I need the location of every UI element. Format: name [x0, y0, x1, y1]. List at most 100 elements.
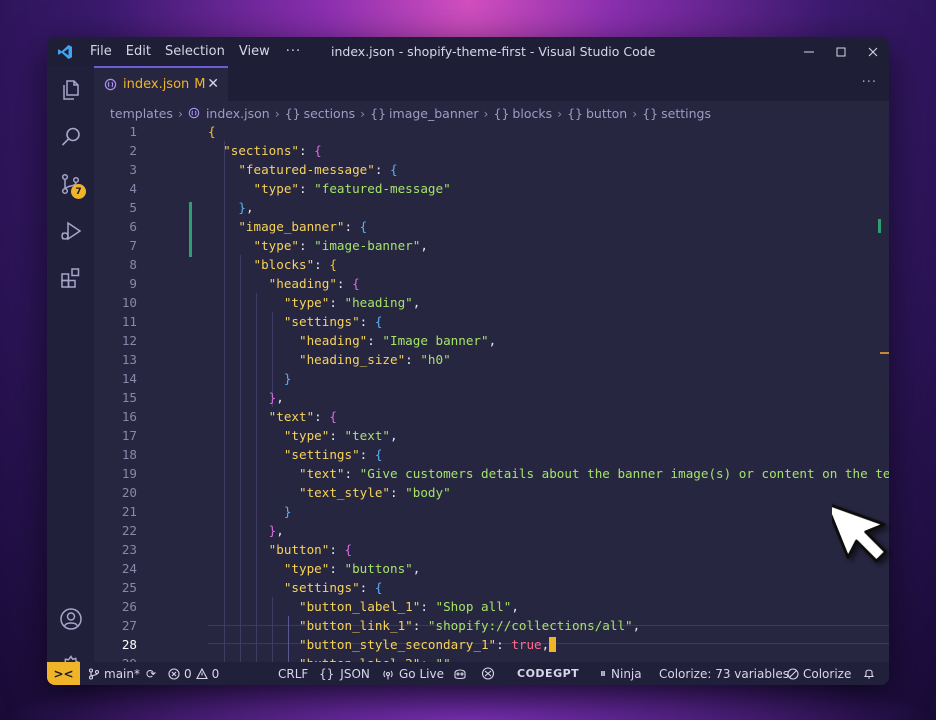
remote-indicator[interactable]: ><	[47, 662, 80, 685]
object-icon: {}	[642, 105, 659, 121]
json-file-icon	[104, 78, 117, 91]
breadcrumb-templates[interactable]: templates	[110, 106, 173, 121]
branch-indicator[interactable]: main* ⟳	[88, 662, 156, 685]
code-line[interactable]: 5 },	[94, 198, 889, 217]
accounts-status-icon[interactable]	[481, 662, 495, 685]
code-token: :	[359, 580, 375, 595]
code-text: "blocks": {	[208, 255, 337, 274]
code-line[interactable]: 13 "heading_size": "h0"	[94, 350, 889, 369]
problems-indicator[interactable]: 0 0	[168, 662, 219, 685]
ninja-indicator[interactable]: ⏸ Ninja	[600, 662, 642, 685]
code-token: "shopify://collections/all"	[427, 618, 633, 633]
code-line[interactable]: 18 "settings": {	[94, 445, 889, 464]
code-line[interactable]: 12 "heading": "Image banner",	[94, 331, 889, 350]
code-line[interactable]: 8 "blocks": {	[94, 255, 889, 274]
code-line[interactable]: 11 "settings": {	[94, 312, 889, 331]
explorer-button[interactable]	[47, 66, 94, 113]
code-line[interactable]: 1{	[94, 122, 889, 141]
accounts-button[interactable]	[47, 595, 94, 642]
code-token: :	[329, 295, 345, 310]
code-line[interactable]: 22 },	[94, 521, 889, 540]
colorize-variables-indicator[interactable]: Colorize: 73 variables	[659, 662, 789, 685]
search-button[interactable]	[47, 113, 94, 160]
code-line[interactable]: 26 "button_label_1": "Shop all",	[94, 597, 889, 616]
code-line[interactable]: 14 }	[94, 369, 889, 388]
breadcrumb-settings[interactable]: settings	[661, 106, 711, 121]
eol-indicator[interactable]: CRLF	[278, 662, 308, 685]
code-line[interactable]: 28 "button_style_secondary_1": true,	[94, 635, 889, 654]
chevron-right-icon: ›	[360, 105, 366, 121]
colorize-button[interactable]: Colorize	[787, 662, 851, 685]
code-line[interactable]: 9 "heading": {	[94, 274, 889, 293]
menu-view[interactable]: View	[232, 44, 277, 59]
code-token: :	[359, 314, 375, 329]
code-line[interactable]: 2 "sections": {	[94, 141, 889, 160]
code-line[interactable]: 20 "text_style": "body"	[94, 483, 889, 502]
menu-selection[interactable]: Selection	[158, 44, 232, 59]
menu-edit[interactable]: Edit	[119, 44, 158, 59]
code-line[interactable]: 17 "type": "text",	[94, 426, 889, 445]
line-number: 14	[121, 371, 137, 386]
code-line[interactable]: 16 "text": {	[94, 407, 889, 426]
code-token: {	[329, 257, 337, 272]
code-token: "type"	[283, 428, 330, 443]
code-text: },	[208, 198, 253, 217]
code-line[interactable]: 3 "featured-message": {	[94, 160, 889, 179]
code-token: true	[511, 637, 542, 652]
language-mode: JSON	[340, 666, 370, 681]
maximize-button[interactable]	[825, 37, 857, 66]
code-line[interactable]: 10 "type": "heading",	[94, 293, 889, 312]
tab-close-button[interactable]: ✕	[207, 76, 219, 92]
code-line[interactable]: 7 "type": "image-banner",	[94, 236, 889, 255]
code-token: "settings"	[283, 314, 360, 329]
code-editor[interactable]: 1{2 "sections": {3 "featured-message": {…	[94, 122, 889, 662]
status-bar: >< main* ⟳ 0 0 CRLF {} JSON Go Live CODE…	[47, 662, 889, 685]
code-line[interactable]: 15 },	[94, 388, 889, 407]
github-copilot-icon[interactable]	[453, 662, 467, 685]
editor-actions-more-button[interactable]: ···	[862, 75, 877, 90]
code-line[interactable]: 24 "type": "buttons",	[94, 559, 889, 578]
code-token: :	[359, 447, 375, 462]
breadcrumb-file[interactable]: index.json	[206, 106, 270, 121]
breadcrumb-sections[interactable]: sections	[304, 106, 356, 121]
code-token: "type"	[253, 238, 300, 253]
language-indicator[interactable]: {} JSON	[319, 662, 370, 685]
code-text: "settings": {	[208, 578, 383, 597]
go-live-button[interactable]: Go Live	[381, 662, 444, 685]
code-line[interactable]: 19 "text": "Give customers details about…	[94, 464, 889, 483]
breadcrumb-image-banner[interactable]: image_banner	[389, 106, 478, 121]
run-debug-button[interactable]	[47, 207, 94, 254]
breadcrumb-blocks[interactable]: blocks	[512, 106, 552, 121]
source-control-button[interactable]: 7	[47, 160, 94, 207]
code-line[interactable]: 23 "button": {	[94, 540, 889, 559]
chevron-right-icon: ›	[483, 105, 489, 121]
code-text: "button_label_1": "Shop all",	[208, 597, 519, 616]
files-icon	[62, 79, 79, 100]
code-line[interactable]: 4 "type": "featured-message"	[94, 179, 889, 198]
tab-index-json[interactable]: index.json M ✕	[94, 66, 228, 101]
minimize-button[interactable]	[793, 37, 825, 66]
code-line[interactable]: 6 "image_banner": {	[94, 217, 889, 236]
code-line[interactable]: 25 "settings": {	[94, 578, 889, 597]
notifications-button[interactable]	[863, 662, 875, 685]
menu-more-button[interactable]: ···	[277, 44, 310, 59]
code-line[interactable]: 21 }	[94, 502, 889, 521]
menu-file[interactable]: File	[83, 44, 119, 59]
close-window-button[interactable]	[857, 37, 889, 66]
breadcrumb-button[interactable]: button	[586, 106, 627, 121]
codegpt-button[interactable]: CODEGPT	[517, 662, 579, 685]
code-token: "text"	[299, 466, 345, 481]
extensions-button[interactable]	[47, 254, 94, 301]
code-line[interactable]: 27 "button_link_1": "shopify://collectio…	[94, 616, 889, 635]
code-line[interactable]: 29 "button_label_2": ""	[94, 654, 889, 662]
code-token: }	[283, 504, 292, 519]
code-token: :	[299, 143, 315, 158]
sync-icon[interactable]: ⟳	[146, 667, 156, 681]
